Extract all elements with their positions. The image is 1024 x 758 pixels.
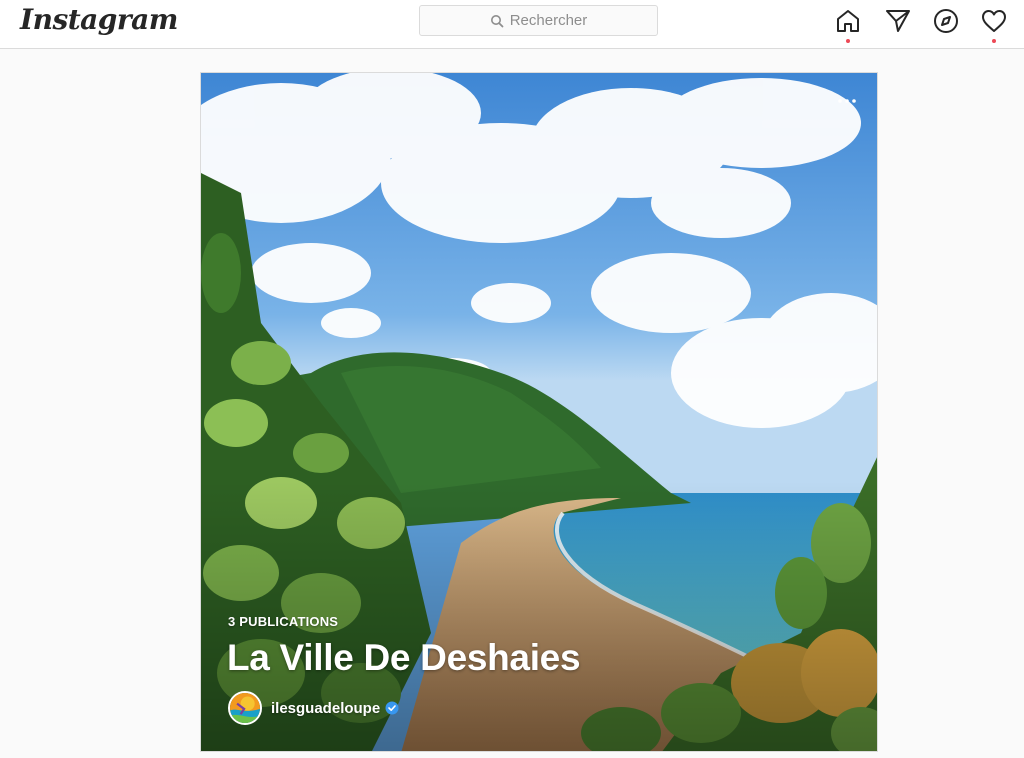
- top-navigation-bar: Instagram Rechercher: [0, 0, 1024, 49]
- search-input[interactable]: Rechercher: [419, 5, 658, 36]
- author-avatar[interactable]: [228, 691, 262, 725]
- home-icon[interactable]: [835, 8, 861, 34]
- search-placeholder: Rechercher: [509, 12, 588, 29]
- publication-count: 3 PUBLICATIONS: [228, 614, 339, 629]
- search-icon: [490, 14, 504, 27]
- activity-notification-dot: [992, 39, 996, 43]
- author-username[interactable]: ilesguadeloupe: [271, 700, 380, 717]
- guide-author[interactable]: ilesguadeloupe: [228, 690, 399, 726]
- guide-card[interactable]: 3 PUBLICATIONS La Ville De Deshaies iles…: [200, 72, 878, 752]
- home-notification-dot: [846, 39, 850, 43]
- explore-icon[interactable]: [933, 8, 959, 34]
- direct-message-icon[interactable]: [885, 8, 911, 34]
- more-options-icon[interactable]: [837, 97, 857, 105]
- guide-title[interactable]: La Ville De Deshaies: [227, 637, 581, 679]
- instagram-logo[interactable]: Instagram: [20, 3, 178, 36]
- activity-heart-icon[interactable]: [981, 8, 1007, 34]
- verified-badge-icon: [385, 701, 399, 715]
